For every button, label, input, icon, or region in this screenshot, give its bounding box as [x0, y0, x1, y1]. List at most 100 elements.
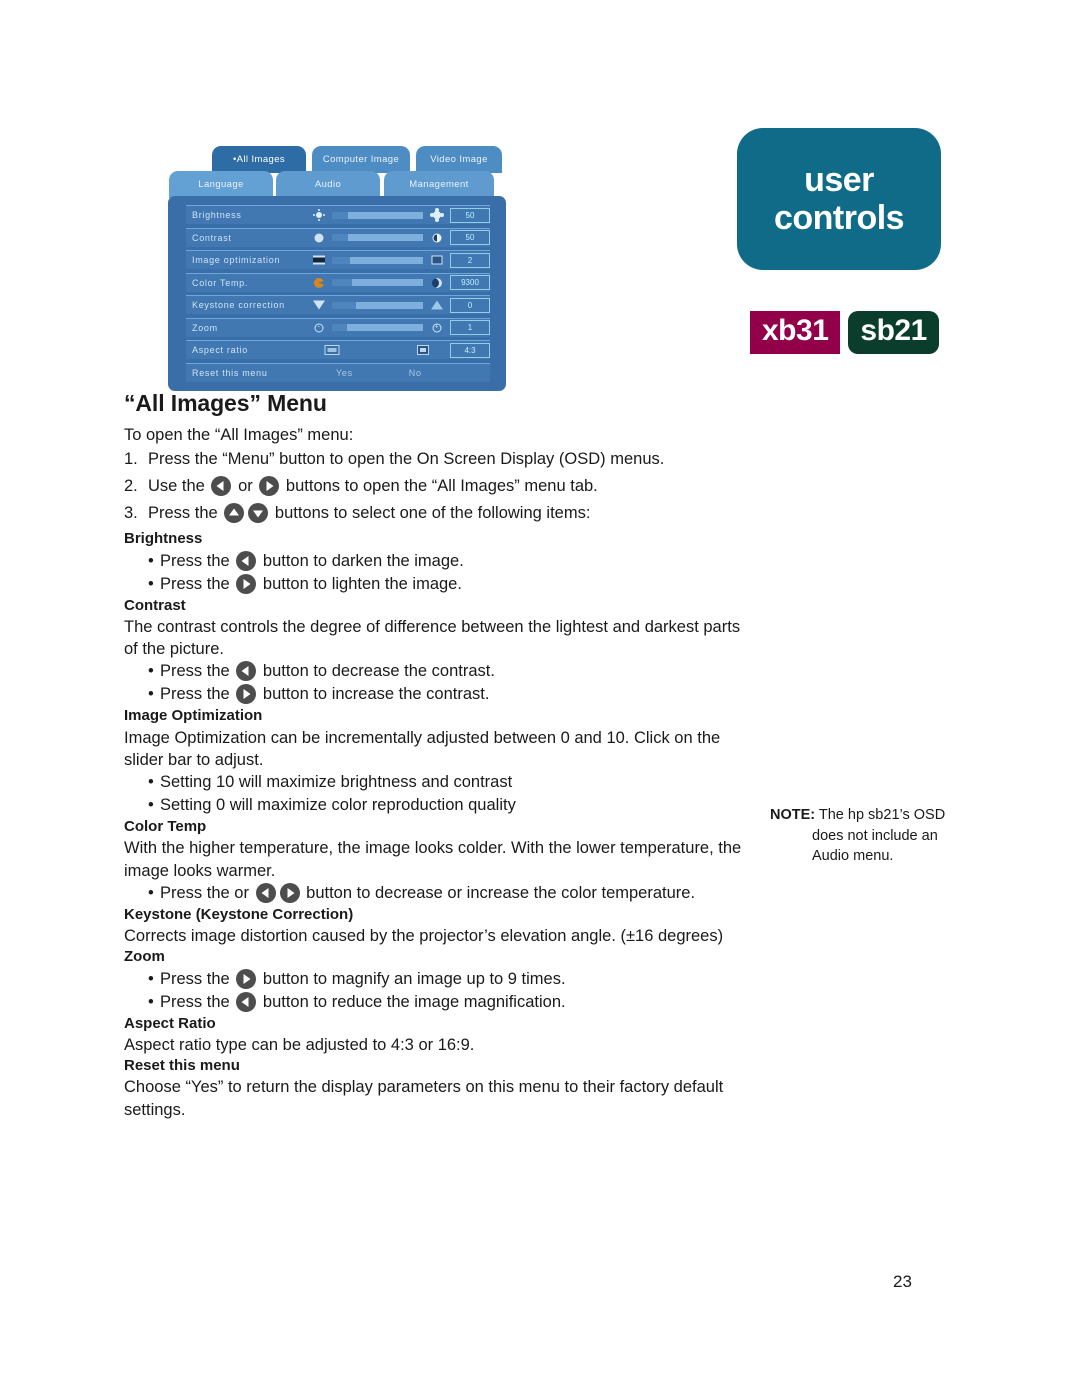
sun-small-icon	[310, 209, 327, 222]
brightness-bullet-1-pre: Press the	[160, 551, 230, 570]
badge-sb21: sb21	[848, 311, 939, 354]
triangle-up-icon	[428, 299, 445, 312]
left-arrow-button-icon	[211, 476, 232, 497]
step-1: 1. Press the “Menu” button to open the O…	[124, 448, 744, 472]
color-temp-body: With the higher temperature, the image l…	[124, 839, 742, 880]
brightness-bullet-2: • Press the button to lighten the image.	[148, 573, 744, 596]
note-label: NOTE:	[770, 807, 816, 823]
left-arrow-button-icon	[236, 661, 257, 682]
osd-row-color-temp[interactable]: Color Temp. 9300	[186, 272, 490, 292]
monitor-icon	[428, 254, 445, 267]
bullet-marker: •	[148, 883, 154, 902]
osd-reset-yes-button[interactable]: Yes	[336, 368, 353, 378]
osd-slider-image-optimization[interactable]	[332, 256, 423, 264]
osd-row-zoom[interactable]: Zoom - + 1	[186, 317, 490, 337]
image-optimization-bullet-1: • Setting 10 will maximize brightness an…	[148, 771, 744, 794]
down-arrow-button-icon	[248, 503, 269, 524]
bullet-marker: •	[148, 574, 154, 593]
osd-slider-keystone[interactable]	[332, 301, 423, 309]
bullet-marker: •	[148, 773, 154, 792]
step-2-number: 2.	[124, 477, 138, 496]
half-circle-icon	[428, 231, 445, 244]
section-title-zoom: Zoom	[124, 948, 165, 966]
zoom-out-icon: -	[310, 321, 327, 334]
zoom-bullet-2-post: button to reduce the image magnification…	[262, 992, 566, 1011]
triangle-down-icon	[310, 299, 327, 312]
osd-label-reset-this-menu: Reset this menu	[192, 367, 268, 378]
right-arrow-button-icon	[259, 476, 280, 497]
note-line-2: does not include an	[812, 827, 938, 844]
zoom-bullet-1-pre: Press the	[160, 969, 230, 988]
keystone-body: Corrects image distortion caused by the …	[124, 927, 724, 946]
intro-text: To open the “All Images” menu:	[124, 426, 354, 444]
cool-moon-icon	[428, 276, 445, 289]
model-badges: xb31 sb21	[750, 311, 939, 354]
page-title: “All Images” Menu	[124, 390, 327, 416]
osd-tab-language[interactable]: Language	[169, 171, 273, 198]
contrast-bullet-2: • Press the button to increase the contr…	[148, 683, 744, 706]
left-arrow-button-icon	[255, 882, 276, 903]
osd-label-contrast: Contrast	[192, 232, 232, 243]
step-2: 2. Use the or buttons to open the “All I…	[124, 475, 744, 499]
osd-row-contrast[interactable]: Contrast 50	[186, 227, 490, 247]
image-optimization-body: Image Optimization can be incrementally …	[124, 728, 721, 769]
right-arrow-button-icon	[279, 882, 300, 903]
osd-reset-no-button[interactable]: No	[409, 368, 422, 378]
bullet-marker: •	[148, 685, 154, 704]
osd-value-contrast: 50	[450, 230, 490, 246]
step-1-text: Press the “Menu” button to open the On S…	[148, 450, 665, 469]
osd-label-zoom: Zoom	[192, 322, 218, 333]
section-title-aspect-ratio: Aspect Ratio	[124, 1014, 216, 1032]
osd-slider-color-temp[interactable]	[332, 279, 423, 287]
contrast-bullet-1-post: button to decrease the contrast.	[262, 662, 495, 681]
osd-slider-zoom[interactable]	[332, 324, 423, 332]
image-optimization-bullet-2-text: Setting 0 will maximize color reproducti…	[160, 796, 516, 815]
osd-tab-computer-image[interactable]: Computer Image	[312, 146, 410, 173]
osd-slider-brightness[interactable]	[332, 211, 423, 219]
osd-tab-audio[interactable]: Audio	[276, 171, 380, 198]
section-title-keystone: Keystone (Keystone Correction)	[124, 905, 354, 923]
reset-body: Choose “Yes” to return the display param…	[124, 1078, 724, 1119]
osd-row-brightness[interactable]: Brightness 50	[186, 205, 490, 224]
osd-row-keystone-correction[interactable]: Keystone correction 0	[186, 295, 490, 315]
bullet-marker: •	[148, 969, 154, 988]
chapter-title-line2: controls	[773, 199, 905, 237]
osd-value-aspect-ratio: 4:3	[450, 342, 490, 358]
zoom-in-icon: +	[428, 321, 445, 334]
warm-color-icon	[310, 276, 327, 289]
contrast-bullet-1-pre: Press the	[160, 662, 230, 681]
osd-tab-video-image[interactable]: Video Image	[416, 146, 502, 173]
osd-row-aspect-ratio[interactable]: Aspect ratio 4:3	[186, 340, 490, 360]
bullet-marker: •	[148, 796, 154, 815]
osd-value-color-temp: 9300	[450, 275, 490, 291]
section-title-brightness: Brightness	[124, 530, 203, 548]
image-optimization-bullet-2: • Setting 0 will maximize color reproduc…	[148, 794, 744, 817]
osd-label-image-optimization: Image optimization	[192, 255, 281, 266]
section-title-reset: Reset this menu	[124, 1057, 240, 1075]
right-arrow-button-icon	[236, 684, 257, 705]
osd-tab-all-images[interactable]: •All Images	[212, 146, 306, 173]
user-controls-chapter-box: user controls	[737, 128, 941, 270]
brightness-bullet-2-pre: Press the	[160, 574, 230, 593]
osd-tab-management[interactable]: Management	[384, 171, 494, 198]
osd-row-image-optimization[interactable]: Image optimization 2	[186, 250, 490, 270]
osd-row-reset-this-menu[interactable]: Reset this menu Yes No	[186, 362, 490, 382]
left-arrow-button-icon	[236, 991, 257, 1012]
bullet-marker: •	[148, 662, 154, 681]
osd-value-keystone: 0	[450, 297, 490, 313]
step-3: 3. Press the buttons to select one of th…	[124, 502, 744, 526]
section-title-contrast: Contrast	[124, 596, 186, 614]
osd-label-color-temp: Color Temp.	[192, 277, 249, 288]
page-body: To open the “All Images” menu: 1. Press …	[124, 424, 744, 1121]
contrast-bullet-1: • Press the button to decrease the contr…	[148, 660, 744, 683]
aspect-ratio-body: Aspect ratio type can be adjusted to 4:3…	[124, 1035, 475, 1054]
osd-slider-contrast[interactable]	[332, 234, 423, 242]
osd-value-brightness: 50	[450, 207, 490, 223]
section-title-color-temp: Color Temp	[124, 818, 207, 836]
step-3-text-pre: Press the	[148, 504, 218, 523]
step-2-text-pre: Use the	[148, 477, 205, 496]
step-3-number: 3.	[124, 504, 138, 523]
osd-screenshot: •All Images Computer Image Video Image L…	[166, 143, 508, 391]
badge-xb31: xb31	[750, 311, 841, 354]
osd-value-image-optimization: 2	[450, 252, 490, 268]
